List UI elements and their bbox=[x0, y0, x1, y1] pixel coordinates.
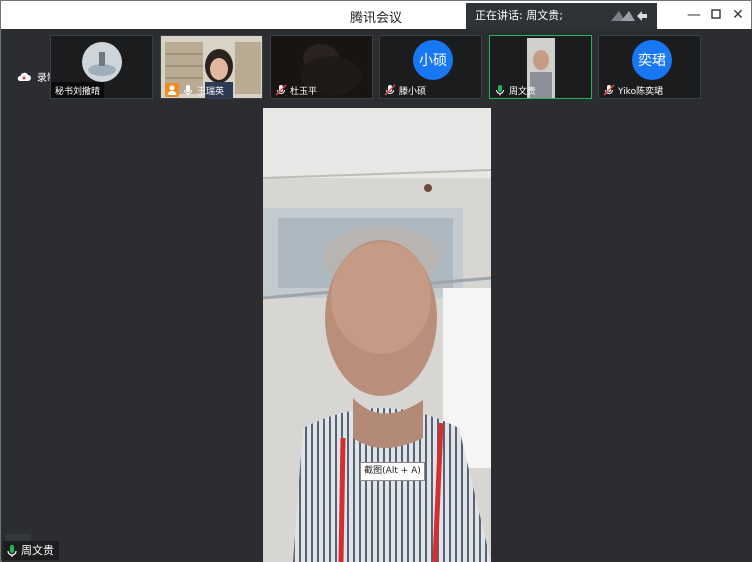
mic-active-icon bbox=[496, 85, 504, 96]
participant-name: 秘书刘撒晴 bbox=[51, 82, 105, 98]
maximize-button[interactable] bbox=[705, 5, 727, 25]
mic-muted-icon bbox=[384, 84, 396, 96]
meeting-window: 腾讯会议 正在讲话: 周文贵; — ✕ 录制中 bbox=[0, 0, 752, 562]
participant-tile[interactable]: 秘书刘撒晴 bbox=[50, 35, 153, 99]
participant-name: 杜玉平 bbox=[271, 82, 321, 98]
participant-name: Yiko陈奕珺 bbox=[599, 82, 667, 98]
screenshot-tooltip: 截图(Alt + A) bbox=[360, 462, 425, 481]
host-icon bbox=[165, 83, 179, 97]
main-stage bbox=[2, 107, 752, 562]
participant-tile[interactable]: 王瑞英 bbox=[160, 35, 263, 99]
avatar: 奕珺 bbox=[632, 40, 672, 80]
mic-muted-icon bbox=[603, 84, 615, 96]
participant-name: 滕小硕 bbox=[380, 82, 430, 98]
speaking-indicator: 正在讲话: 周文贵; bbox=[466, 3, 657, 29]
tencent-meeting-logo-icon bbox=[611, 11, 647, 21]
cloud-icon bbox=[17, 72, 31, 81]
main-speaker-label: 周文贵 bbox=[3, 541, 59, 560]
maximize-icon bbox=[711, 9, 721, 19]
main-video-feed[interactable] bbox=[263, 108, 491, 562]
avatar: 小硕 bbox=[413, 40, 453, 80]
title-bar: 腾讯会议 正在讲话: 周文贵; — ✕ bbox=[1, 1, 751, 29]
mic-muted-icon bbox=[275, 84, 287, 96]
participant-tile[interactable]: 奕珺 Yiko陈奕珺 bbox=[598, 35, 701, 99]
mic-active-icon bbox=[7, 544, 17, 557]
participant-tile-active[interactable]: 周文贵 bbox=[489, 35, 592, 99]
participant-name: 周文贵 bbox=[490, 82, 540, 98]
mic-icon bbox=[184, 85, 192, 96]
close-button[interactable]: ✕ bbox=[727, 5, 749, 25]
participant-name: 王瑞英 bbox=[161, 82, 228, 98]
minimize-button[interactable]: — bbox=[683, 5, 705, 25]
speaking-label: 正在讲话: 周文贵; bbox=[475, 9, 563, 22]
participant-tile[interactable]: 小硕 滕小硕 bbox=[379, 35, 482, 99]
participant-tile[interactable]: 杜玉平 bbox=[270, 35, 373, 99]
speaker-video-icon bbox=[263, 108, 491, 562]
